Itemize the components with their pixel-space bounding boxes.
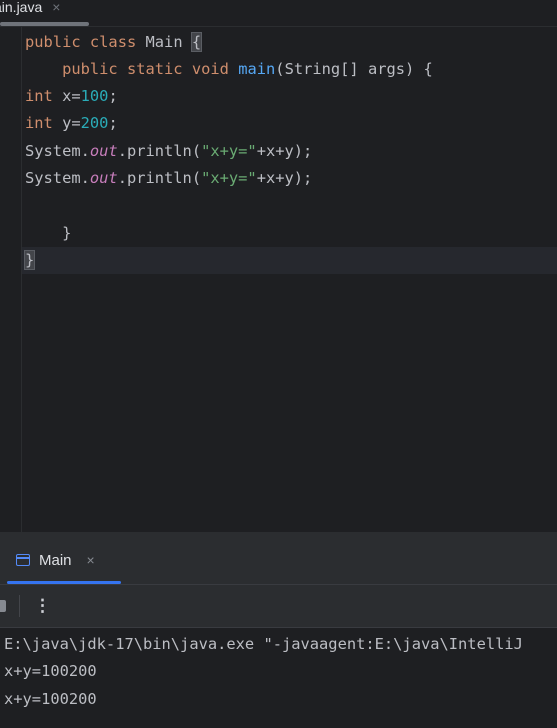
run-tool-window: Main × ⋮ E:\java\jdk-17\bin\java.exe "-j… — [0, 532, 557, 728]
string-literal: "x+y=" — [201, 142, 257, 160]
code-line-4: int y=200; — [25, 110, 118, 137]
keyword: int — [25, 87, 53, 105]
code-line-9: } — [23, 247, 36, 274]
keyword: public — [62, 60, 118, 78]
static-field: out — [89, 169, 118, 187]
run-tab-label: Main — [39, 551, 72, 569]
method-name: main — [238, 60, 276, 78]
number-literal: 100 — [80, 87, 109, 105]
semicolon: ; — [108, 87, 118, 105]
matched-brace: { — [190, 32, 203, 52]
keyword: public — [25, 33, 81, 51]
console-line: x+y=100200 — [4, 662, 97, 680]
expression: +x+y); — [256, 169, 313, 187]
active-tab-indicator — [7, 581, 121, 584]
semicolon: ; — [108, 114, 118, 132]
console-icon — [16, 554, 30, 566]
method-call: .println( — [117, 142, 202, 160]
code-line-2: public static void main(String[] args) { — [25, 56, 433, 83]
code-line-1: public class Main { — [25, 29, 203, 56]
keyword: class — [89, 33, 137, 51]
active-tab-indicator — [0, 22, 89, 26]
code-editor[interactable]: public class Main { public static void m… — [0, 27, 557, 532]
editor-tab-main-java[interactable]: ain.java × — [0, 0, 76, 20]
closing-brace: } — [62, 224, 72, 242]
class-reference: System. — [25, 142, 90, 160]
number-literal: 200 — [80, 114, 109, 132]
gutter-divider — [21, 27, 22, 532]
matched-brace: } — [23, 250, 36, 270]
string-literal: "x+y=" — [201, 169, 257, 187]
close-icon[interactable]: × — [87, 552, 95, 568]
editor-tab-bar: ain.java × — [0, 0, 557, 27]
console-line: x+y=100200 — [4, 690, 97, 708]
console-line: E:\java\jdk-17\bin\java.exe "-javaagent:… — [4, 635, 523, 653]
method-call: .println( — [117, 169, 202, 187]
code-line-3: int x=100; — [25, 83, 118, 110]
class-reference: System. — [25, 169, 90, 187]
run-tab-bar: Main × — [0, 533, 557, 585]
keyword: void — [191, 60, 229, 78]
run-tab-main[interactable]: Main × — [16, 547, 95, 573]
console-output[interactable]: E:\java\jdk-17\bin\java.exe "-javaagent:… — [0, 628, 557, 728]
method-signature: (String[] args) { — [275, 60, 433, 78]
code-line-8: } — [25, 220, 71, 247]
static-field: out — [89, 142, 118, 160]
editor-tab-label: ain.java — [0, 0, 43, 15]
current-line-highlight — [22, 247, 557, 274]
expression: +x+y); — [256, 142, 313, 160]
variable: x= — [52, 87, 81, 105]
code-line-5: System.out.println("x+y="+x+y); — [25, 138, 312, 165]
run-toolbar: ⋮ — [0, 585, 557, 628]
more-options-icon[interactable]: ⋮ — [34, 593, 51, 619]
code-line-6: System.out.println("x+y="+x+y); — [25, 165, 312, 192]
class-name: Main — [145, 33, 183, 51]
close-icon[interactable]: × — [52, 0, 60, 15]
keyword: static — [126, 60, 183, 78]
stop-icon[interactable] — [0, 600, 6, 612]
variable: y= — [52, 114, 81, 132]
toolbar-divider — [19, 595, 20, 617]
keyword: int — [25, 114, 53, 132]
